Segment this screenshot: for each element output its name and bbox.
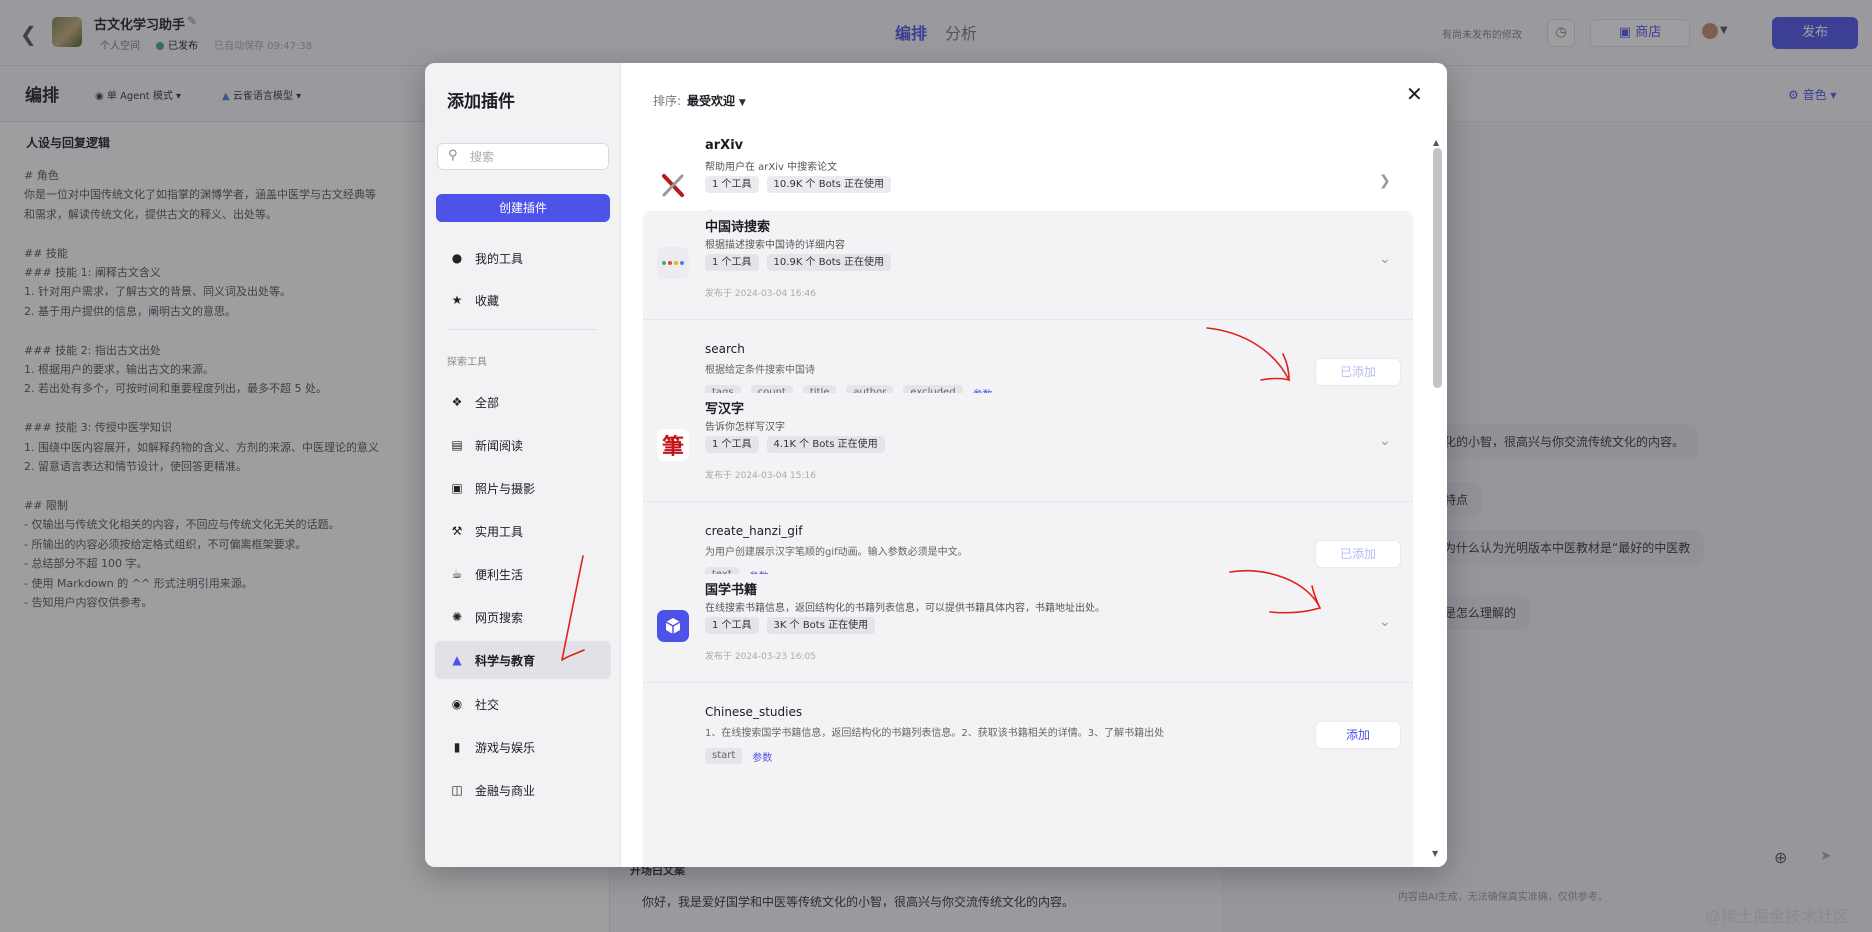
plugin-tags: 1 个工具 3K 个 Bots 正在使用 <box>705 617 876 634</box>
grid-icon: ❖ <box>451 395 463 409</box>
plugin-tags: 1 个工具 10.9K 个 Bots 正在使用 <box>705 254 892 271</box>
publish-time: 发布于 2024-03-04 15:16 <box>705 471 816 481</box>
params-link[interactable]: 参数 <box>752 749 772 764</box>
modal-sidebar: 添加插件 ⚲ 创建插件 ●我的工具 ★收藏 探索工具 ❖全部 ▤新闻阅读 ▣照片… <box>425 63 621 867</box>
close-icon[interactable]: ✕ <box>1406 82 1423 106</box>
plugin-card[interactable]: 国学书籍 在线搜索书籍信息，返回结构化的书籍列表信息，可以提供书籍具体内容，书籍… <box>643 574 1413 867</box>
tool-row: Chinese_studies 1、在线搜索国学书籍信息，返回结构化的书籍列表信… <box>643 682 1413 782</box>
explore-section-label: 探索工具 <box>447 357 487 368</box>
database-icon: ◫ <box>451 783 463 797</box>
tool-desc: 根据给定条件搜索中国诗 <box>705 365 815 376</box>
chevron-down-icon[interactable]: ⌄ <box>1379 614 1391 630</box>
graduation-cap-icon: ▲ <box>452 653 462 667</box>
plugin-list-pane: 排序: 最受欢迎 ▼ ✕ arXiv 帮助用户在 arXiv 中搜索论文 1 个工… <box>621 63 1447 867</box>
add-button[interactable]: 添加 <box>1315 721 1401 749</box>
search-icon: ⚲ <box>448 148 458 163</box>
tool-name: create_hanzi_gif <box>705 524 803 538</box>
publish-time: 发布于 2024-03-23 16:05 <box>705 652 816 662</box>
sidebar-item-finance[interactable]: ◫ 金融与商业 <box>435 771 611 809</box>
sort-select[interactable]: 排序: 最受欢迎 ▼ <box>653 92 746 109</box>
user-icon: ● <box>451 251 463 265</box>
search-field[interactable]: ⚲ <box>437 143 609 170</box>
scroll-up-arrow-icon[interactable]: ▲ <box>1433 138 1439 147</box>
sidebar-item-science-education[interactable]: ▲ 科学与教育 <box>435 641 611 679</box>
tool-name: search <box>705 342 745 356</box>
plugin-name: 国学书籍 <box>705 583 758 598</box>
plugin-header[interactable]: 筆 写汉字 告诉你怎样写汉字 1 个工具 4.1K 个 Bots 正在使用 发布… <box>643 393 1413 501</box>
sidebar-item-photo[interactable]: ▣ 照片与摄影 <box>435 469 611 507</box>
publish-time: 发布于 2024-03-04 16:46 <box>705 289 816 299</box>
sidebar-item-my-tools[interactable]: ● 我的工具 <box>435 239 611 277</box>
sidebar-item-games[interactable]: ▮ 游戏与娱乐 <box>435 728 611 766</box>
tool-desc: 为用户创建展示汉字笔顺的gif动画。输入参数必须是中文。 <box>705 547 968 558</box>
tool-count-badge: 1 个工具 <box>705 436 759 453</box>
param-list: start 参数 <box>705 748 772 764</box>
poem-plugin-logo <box>657 247 689 279</box>
tool-name: Chinese_studies <box>705 705 803 719</box>
chevron-down-icon[interactable]: ⌄ <box>1379 433 1391 449</box>
plugin-header[interactable]: 中国诗搜索 根据描述搜索中国诗的详细内容 1 个工具 10.9K 个 Bots … <box>643 211 1413 319</box>
gamepad-icon: ▮ <box>453 740 461 754</box>
watermark: @稀土掘金技术社区 <box>1705 907 1850 926</box>
scroll-down-arrow-icon[interactable]: ▼ <box>1432 849 1438 858</box>
cube-plugin-logo <box>657 610 689 642</box>
add-plugin-modal: 添加插件 ⚲ 创建插件 ●我的工具 ★收藏 探索工具 ❖全部 ▤新闻阅读 ▣照片… <box>425 63 1447 867</box>
sidebar-item-news[interactable]: ▤ 新闻阅读 <box>435 426 611 464</box>
chevron-right-icon[interactable]: ❯ <box>1379 173 1391 189</box>
added-button[interactable]: 已添加 <box>1315 358 1401 386</box>
image-icon: ▣ <box>451 481 463 495</box>
chevron-down-icon[interactable]: ⌄ <box>1379 251 1391 267</box>
plugin-tags: 1 个工具 4.1K 个 Bots 正在使用 <box>705 436 885 453</box>
bots-count-badge: 10.9K 个 Bots 正在使用 <box>766 176 892 193</box>
plugin-card[interactable]: 中国诗搜索 根据描述搜索中国诗的详细内容 1 个工具 10.9K 个 Bots … <box>643 211 1413 423</box>
hanzi-plugin-logo: 筆 <box>657 429 689 461</box>
added-button[interactable]: 已添加 <box>1315 540 1401 568</box>
divider <box>447 329 597 330</box>
arxiv-logo <box>657 169 689 201</box>
bots-count-badge: 3K 个 Bots 正在使用 <box>766 617 876 634</box>
plugin-tags: 1 个工具 10.9K 个 Bots 正在使用 <box>705 176 892 193</box>
cup-icon: ☕ <box>451 567 463 581</box>
sidebar-item-all[interactable]: ❖ 全部 <box>435 383 611 421</box>
sidebar-item-web-search[interactable]: ✺ 网页搜索 <box>435 598 611 636</box>
plugin-header[interactable]: 国学书籍 在线搜索书籍信息，返回结构化的书籍列表信息，可以提供书籍具体内容，书籍… <box>643 574 1413 682</box>
plugin-name: 写汉字 <box>705 402 745 417</box>
book-icon: ▤ <box>451 438 463 452</box>
tool-desc: 1、在线搜索国学书籍信息，返回结构化的书籍列表信息。2、获取该书籍相关的详情。3… <box>705 728 1165 739</box>
search-input[interactable] <box>470 148 600 166</box>
network-icon: ✺ <box>451 610 463 624</box>
create-plugin-button[interactable]: 创建插件 <box>436 194 610 222</box>
sidebar-item-utilities[interactable]: ⚒ 实用工具 <box>435 512 611 550</box>
sidebar-item-social[interactable]: ◉ 社交 <box>435 685 611 723</box>
plugin-desc: 根据描述搜索中国诗的详细内容 <box>705 240 845 251</box>
scrollbar[interactable] <box>1433 148 1442 388</box>
plugin-desc: 在线搜索书籍信息，返回结构化的书籍列表信息，可以提供书籍具体内容，书籍地址出处。 <box>705 603 1105 614</box>
param-chip: start <box>705 748 743 764</box>
chat-icon: ◉ <box>451 697 463 711</box>
tool-count-badge: 1 个工具 <box>705 176 759 193</box>
sidebar-item-lifestyle[interactable]: ☕ 便利生活 <box>435 555 611 593</box>
bots-count-badge: 4.1K 个 Bots 正在使用 <box>766 436 885 453</box>
wrench-icon: ⚒ <box>451 524 463 538</box>
bots-count-badge: 10.9K 个 Bots 正在使用 <box>766 254 892 271</box>
plugin-name: arXiv <box>705 138 744 153</box>
sidebar-item-favorites[interactable]: ★ 收藏 <box>435 281 611 319</box>
tool-count-badge: 1 个工具 <box>705 617 759 634</box>
tool-count-badge: 1 个工具 <box>705 254 759 271</box>
star-icon: ★ <box>451 293 463 307</box>
caret-down-icon: ▼ <box>738 98 746 108</box>
plugin-desc: 告诉你怎样写汉字 <box>705 422 785 433</box>
modal-title: 添加插件 <box>447 92 515 112</box>
plugin-name: 中国诗搜索 <box>705 220 771 235</box>
plugin-desc: 帮助用户在 arXiv 中搜索论文 <box>705 162 838 173</box>
